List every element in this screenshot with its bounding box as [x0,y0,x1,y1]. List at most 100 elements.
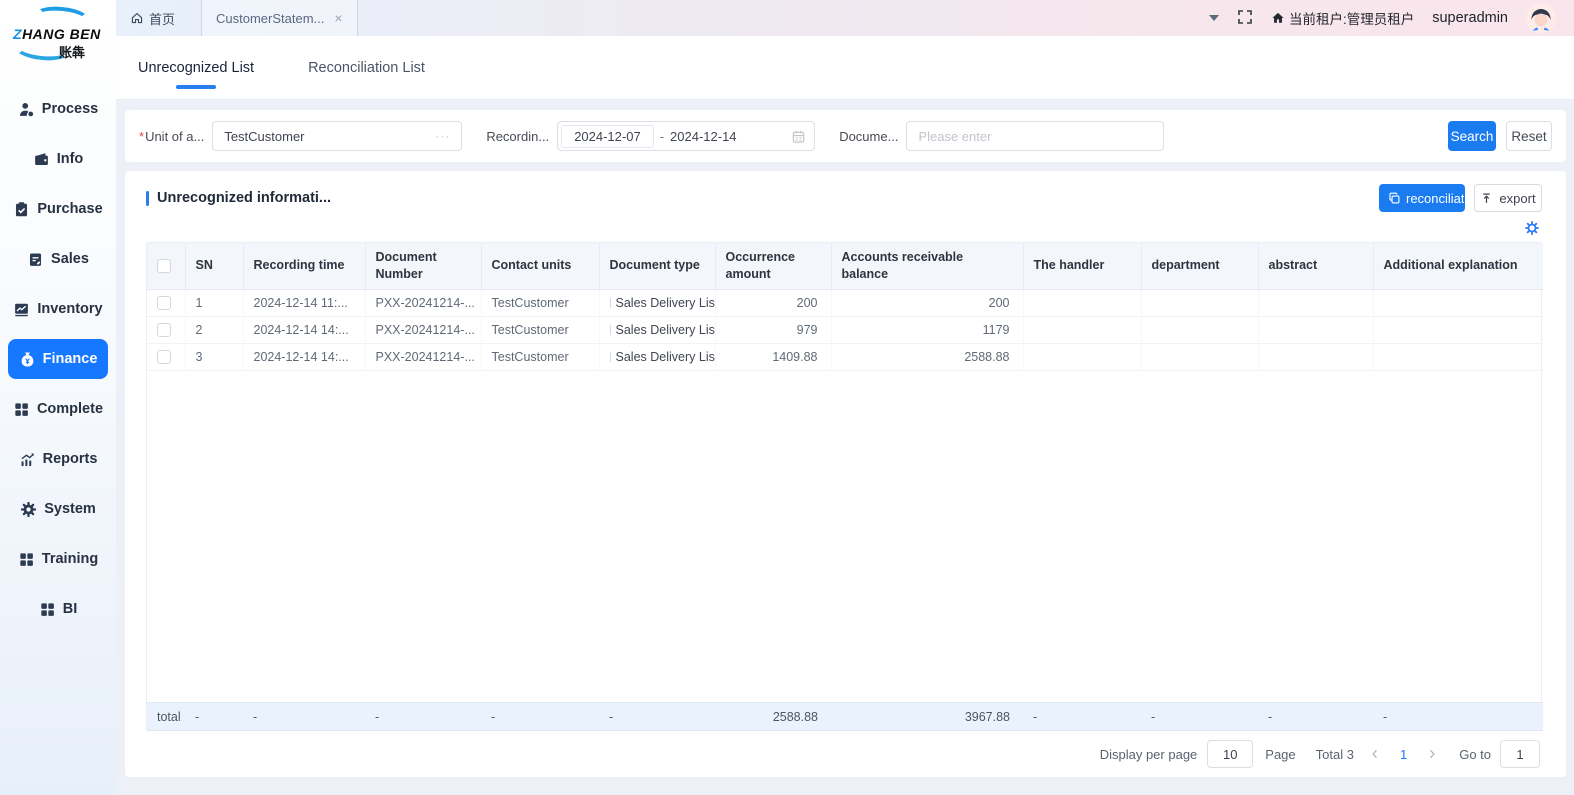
column-settings-gear-icon[interactable] [1524,220,1540,236]
topbar: 首页 CustomerStatem... × 当前租户:管理员租户 supera… [116,0,1574,36]
sidebar-item-label: Complete [37,401,103,417]
cell-additional [1373,316,1543,343]
username[interactable]: superadmin [1432,10,1508,26]
total-dash: - [599,703,715,731]
col-header-abstract: abstract [1258,243,1373,289]
sidebar-item-inventory[interactable]: Inventory [8,289,108,329]
sidebar-item-system[interactable]: System [8,489,108,529]
tab-reconciliation-list[interactable]: Reconciliation List [302,36,431,99]
date-range-separator: - [660,129,664,144]
ellipsis-icon[interactable]: ··· [435,129,450,143]
per-page-label: Display per page [1100,747,1198,762]
document-input[interactable]: Please enter [906,121,1164,151]
close-icon[interactable]: × [334,10,342,26]
sidebar-item-purchase[interactable]: Purchase [8,189,108,229]
sidebar-item-finance[interactable]: Finance [8,339,108,379]
current-page[interactable]: 1 [1400,747,1407,762]
open-tab-customer-statement[interactable]: CustomerStatem... × [201,0,358,36]
fullscreen-icon[interactable] [1237,9,1253,28]
panel-actions: reconciliatio export [1379,184,1542,212]
date-end-input[interactable]: 2024-12-14 [670,129,785,144]
total-dash: - [365,703,481,731]
tab-label: Reconciliation List [308,60,425,76]
sidebar-item-label: Purchase [37,201,102,217]
date-start-input[interactable]: 2024-12-07 [561,125,654,148]
export-button[interactable]: export [1474,184,1542,212]
reconciliation-label: reconciliatio [1406,191,1465,206]
panel-header: Unrecognized informati... reconciliatio … [146,182,1542,214]
goto-page-input[interactable]: 1 [1500,740,1540,768]
header-select-all [147,243,185,289]
sidebar-item-label: Info [57,151,84,167]
sidebar-item-bi[interactable]: BI [8,589,108,629]
document-placeholder: Please enter [918,129,991,144]
col-header-contact-units: Contact units [481,243,599,289]
row-checkbox[interactable] [157,323,171,337]
page-size-input[interactable]: 10 [1207,740,1253,768]
cell-document-number: PXX-20241214-... [365,289,481,316]
sidebar-item-process[interactable]: Process [8,89,108,129]
data-table: SN Recording time Document Number Contac… [146,242,1542,731]
cell-occurrence-amount: 979 [715,316,831,343]
chevron-down-icon[interactable] [1209,15,1219,21]
prev-page-icon[interactable] [1364,743,1386,765]
total-dash: - [481,703,599,731]
sidebar-item-reports[interactable]: Reports [8,439,108,479]
table-total-row: total - - - - - 2588.88 3967.88 - - - - [147,702,1543,731]
row-checkbox[interactable] [157,350,171,364]
tab-unrecognized-list[interactable]: Unrecognized List [132,36,260,99]
sidebar-item-training[interactable]: Training [8,539,108,579]
avatar[interactable] [1526,3,1556,33]
breadcrumb-home[interactable]: 首页 [130,9,175,28]
cell-document-number: PXX-20241214-... [365,343,481,370]
cell-sn: 3 [185,343,243,370]
cell-handler [1023,316,1141,343]
sidebar-item-info[interactable]: Info [8,139,108,179]
table-header-row: SN Recording time Document Number Contac… [147,243,1543,289]
cell-abstract [1258,289,1373,316]
total-label: total [147,703,185,731]
table-row[interactable]: 1 2024-12-14 11:... PXX-20241214-... Tes… [147,289,1543,316]
sidebar-item-complete[interactable]: Complete [8,389,108,429]
reconciliation-button[interactable]: reconciliatio [1379,184,1465,212]
cell-document-type: Sales Delivery List [599,316,715,343]
home-filled-icon [1271,11,1285,25]
table-row[interactable]: 3 2024-12-14 14:... PXX-20241214-... Tes… [147,343,1543,370]
row-checkbox[interactable] [157,296,171,310]
total-dash: - [1141,703,1258,731]
export-icon [1480,192,1493,205]
recording-time-label: Recordin... [486,129,549,144]
next-page-icon[interactable] [1421,743,1443,765]
table-empty-space [147,371,1541,702]
grid-icon [39,601,56,618]
page-label: Page [1265,747,1295,762]
col-header-document-type: Document type [599,243,715,289]
content: Unrecognized List Reconciliation List *U… [116,36,1574,795]
date-range-picker[interactable]: 2024-12-07 - 2024-12-14 [557,121,815,151]
table-toolbar [146,214,1542,242]
total-dash: - [185,703,243,731]
clipboard-check-icon [13,201,30,218]
gear-icon [20,501,37,518]
calendar-icon[interactable] [791,129,806,144]
col-header-balance: Accounts receivable balance [831,243,1023,289]
unit-of-account-select[interactable]: TestCustomer ··· [212,121,462,151]
col-header-handler: The handler [1023,243,1141,289]
unrecognized-panel: Unrecognized informati... reconciliatio … [125,171,1566,777]
app-window: ZHANG BEN 账犇 Process Info Purchase Sales [0,0,1574,795]
sidebar-item-sales[interactable]: Sales [8,239,108,279]
title-accent-bar [146,191,149,206]
sidebar-menu: Process Info Purchase Sales Inventory Fi… [0,84,116,634]
brand-logo: ZHANG BEN 账犇 [3,0,113,78]
tenant-info[interactable]: 当前租户:管理员租户 [1271,8,1414,28]
total-dash: - [1258,703,1373,731]
tab-label: Unrecognized List [138,60,254,76]
tab-title: CustomerStatem... [216,11,324,26]
total-dash: - [243,703,365,731]
total-balance: 3967.88 [831,703,1023,731]
table-row[interactable]: 2 2024-12-14 14:... PXX-20241214-... Tes… [147,316,1543,343]
sidebar-item-label: System [44,501,96,517]
search-button[interactable]: Search [1448,121,1496,151]
select-all-checkbox[interactable] [157,259,171,273]
reset-button[interactable]: Reset [1506,121,1552,151]
